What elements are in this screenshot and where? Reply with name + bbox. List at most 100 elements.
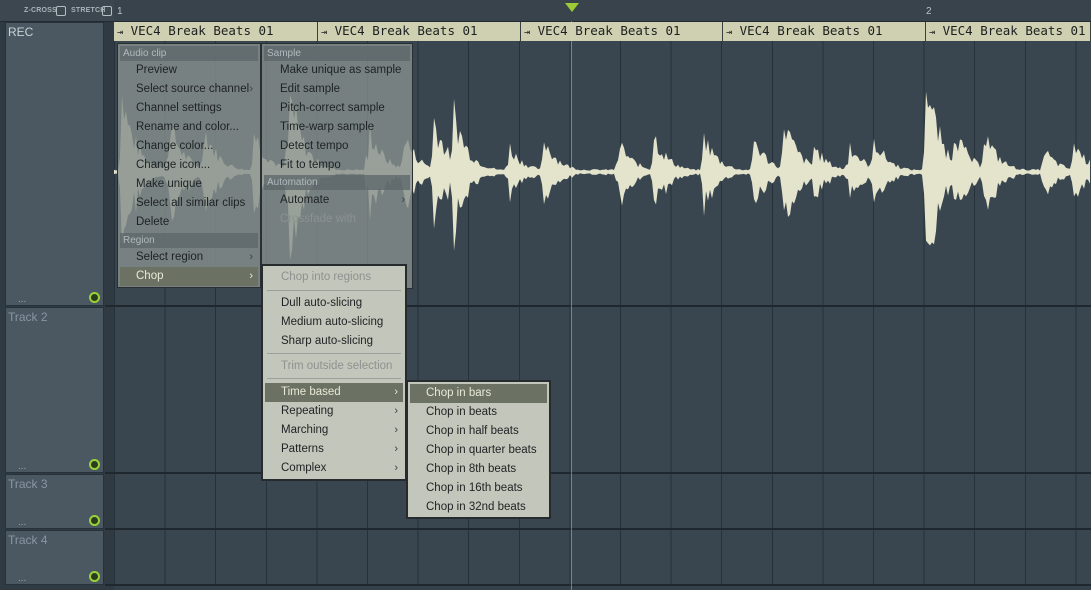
menu-item-channel-settings[interactable]: Channel settings [120,99,258,118]
menu-item-edit-sample[interactable]: Edit sample [264,80,410,99]
menu-item-chop-beats[interactable]: Chop in beats [410,403,547,422]
menu-item-complex[interactable]: Complex › [265,459,403,478]
menu-item-chop-8th-beats[interactable]: Chop in 8th beats [410,460,547,479]
track-led-icon[interactable] [89,459,100,470]
stretch-checkbox[interactable] [102,6,112,16]
menu-item-change-icon[interactable]: Change icon... [120,156,258,175]
track-options-icon[interactable]: ... [18,517,26,528]
clip-arrow-icon: ⇥ [321,27,328,38]
chevron-right-icon: › [394,462,398,474]
clip-arrow-icon: ⇥ [726,27,733,38]
menu-item-select-similar[interactable]: Select all similar clips [120,194,258,213]
track-3[interactable]: Track 3 ... [5,474,104,529]
menu-item-pitch-correct[interactable]: Pitch-correct sample [264,99,410,118]
playlist-toolbar: Z-CROSS STRETCH 1 2 [0,0,1091,22]
menu-item-chop-half-beats[interactable]: Chop in half beats [410,422,547,441]
track-4[interactable]: Track 4 ... [5,530,104,585]
menu-item-crossfade: Crossfade with [280,213,357,225]
playhead-line [571,21,572,590]
menu-item-make-unique[interactable]: Make unique [120,175,258,194]
menu-item-change-color[interactable]: Change color... [120,137,258,156]
menu-item-time-based[interactable]: Time based › [265,383,403,402]
track-name: Track 4 [8,533,48,547]
audio-clip-header[interactable]: ⇥ VEC4 Break Beats 01 [521,22,723,41]
menu-item-select-region[interactable]: Select region › [120,248,258,267]
menu-separator [267,378,401,379]
lane-track-3[interactable] [114,474,1091,529]
toolbar-left: Z-CROSS STRETCH [0,0,114,21]
track-led-icon[interactable] [89,515,100,526]
clip-title: VEC4 Break Beats 01 [739,23,883,38]
clip-title: VEC4 Break Beats 01 [334,23,478,38]
chevron-right-icon: › [394,424,398,436]
time-based-submenu: Chop in bars Chop in beats Chop in half … [406,380,551,519]
zcross-checkbox[interactable] [56,6,66,16]
menu-item-detect-tempo[interactable]: Detect tempo [264,137,410,156]
menu-item-chop[interactable]: Chop › [120,267,258,286]
track-options-icon[interactable]: ... [18,573,26,584]
lane-divider [105,584,1091,586]
track-options-icon[interactable]: ... [18,461,26,472]
clip-arrow-icon: ⇥ [524,27,531,38]
track-led-icon[interactable] [89,292,100,303]
audio-clip-header[interactable]: ⇥ VEC4 Break Beats 01 [318,22,521,41]
zcross-label: Z-CROSS [24,7,57,14]
chop-submenu: Chop into regions Dull auto-slicing Medi… [261,264,407,481]
chevron-right-icon: › [394,443,398,455]
menu-header-audio-clip: Audio clip [120,46,258,61]
menu-item-dull-slicing[interactable]: Dull auto-slicing [265,294,403,313]
menu-header-automation: Automation [264,175,410,190]
menu-item-marching[interactable]: Marching › [265,421,403,440]
clip-title: VEC4 Break Beats 01 [130,23,274,38]
sample-context-menu: Sample Make unique as sample Edit sample… [261,43,413,289]
menu-item-delete[interactable]: Delete [120,213,258,232]
menu-item-repeating[interactable]: Repeating › [265,402,403,421]
clip-title: VEC4 Break Beats 01 [942,23,1086,38]
menu-header-region: Region [120,233,258,248]
menu-item-sharp-slicing[interactable]: Sharp auto-slicing [265,332,403,351]
track-options-icon[interactable]: ... [18,294,26,305]
clip-arrow-icon: ⇥ [117,27,124,38]
menu-item-chop-regions: Chop into regions [281,271,372,283]
menu-item-fit-tempo[interactable]: Fit to tempo [264,156,410,175]
chevron-right-icon: › [249,83,253,95]
chevron-right-icon: › [394,386,398,398]
lane-track-4[interactable] [114,530,1091,585]
menu-item-preview[interactable]: Preview [120,61,258,80]
chevron-right-icon: › [249,270,253,282]
menu-separator [267,290,401,291]
menu-item-automate[interactable]: Automate › [264,191,410,210]
clip-context-menu: Audio clip Preview Select source channel… [117,43,261,288]
menu-header-sample: Sample [264,46,410,61]
menu-item-trim-outside: Trim outside selection [281,360,393,372]
ruler-bar-1: 1 [117,6,123,17]
audio-clip-header[interactable]: ⇥ VEC4 Break Beats 01 [926,22,1091,41]
track-name: Track 3 [8,477,48,491]
menu-item-make-unique-sample[interactable]: Make unique as sample [264,61,410,80]
audio-clip-header[interactable]: ⇥ VEC4 Break Beats 01 [114,22,318,41]
stretch-label: STRETCH [71,7,106,14]
track-name: REC [8,25,34,39]
clip-title: VEC4 Break Beats 01 [537,23,681,38]
menu-item-chop-32nd-beats[interactable]: Chop in 32nd beats [410,498,547,517]
menu-item-chop-16th-beats[interactable]: Chop in 16th beats [410,479,547,498]
chevron-right-icon: › [394,405,398,417]
chevron-right-icon: › [401,194,405,206]
track-2[interactable]: Track 2 ... [5,307,104,473]
track-led-icon[interactable] [89,571,100,582]
chevron-right-icon: › [249,251,253,263]
ruler-bar-2: 2 [926,6,932,17]
menu-item-chop-bars[interactable]: Chop in bars [410,384,547,403]
playhead-marker-icon[interactable] [565,3,579,12]
track-rec[interactable]: REC ... [5,22,104,306]
menu-item-rename-color[interactable]: Rename and color... [120,118,258,137]
clip-arrow-icon: ⇥ [929,27,936,38]
menu-item-chop-quarter-beats[interactable]: Chop in quarter beats [410,441,547,460]
track-name: Track 2 [8,310,48,324]
menu-item-time-warp[interactable]: Time-warp sample [264,118,410,137]
menu-separator [267,353,401,354]
menu-item-patterns[interactable]: Patterns › [265,440,403,459]
menu-item-medium-slicing[interactable]: Medium auto-slicing [265,313,403,332]
audio-clip-header[interactable]: ⇥ VEC4 Break Beats 01 [723,22,926,41]
menu-item-select-source-channel[interactable]: Select source channel › [120,80,258,99]
